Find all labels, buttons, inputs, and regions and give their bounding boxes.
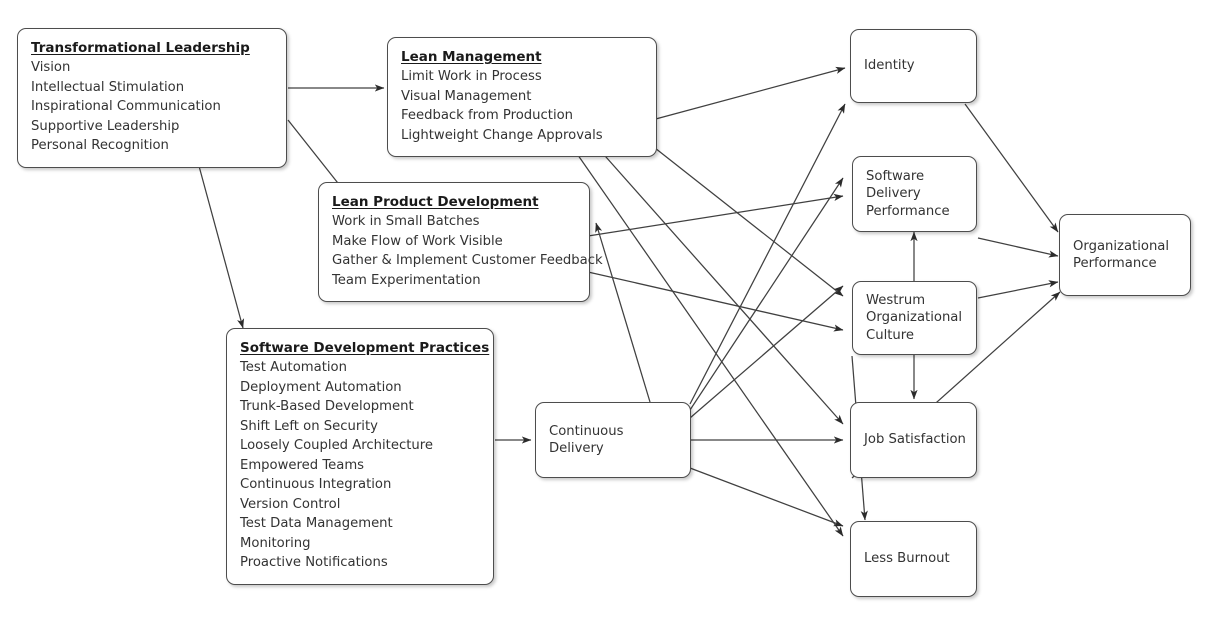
node-software-development-practices[interactable]: Software Development Practices Test Auto… [226, 328, 494, 585]
node-label: Westrum Organizational Culture [866, 292, 963, 343]
node-item: Continuous Integration [240, 477, 392, 492]
node-item: Limit Work in Process [401, 69, 542, 84]
node-item: Proactive Notifications [240, 555, 388, 570]
node-label: Organizational Performance [1073, 238, 1170, 272]
edge-cd-to-identity [689, 103, 846, 405]
node-item: Intellectual Stimulation [31, 79, 185, 95]
node-title: Lean Product Development [332, 194, 539, 210]
node-continuous-delivery[interactable]: Continuous Delivery [535, 402, 691, 478]
node-item: Test Data Management [240, 516, 393, 531]
node-item: Inspirational Communication [31, 99, 221, 114]
node-item: Lightweight Change Approvals [401, 127, 603, 143]
edge-lpd-to-sdperf [587, 193, 844, 237]
node-item: Work in Small Batches [332, 214, 480, 229]
node-item: Deployment Automation [240, 379, 402, 395]
node-label: Continuous Delivery [549, 423, 624, 457]
edge-cd-to-westrum [689, 285, 844, 419]
edge-lm-to-westrum [654, 147, 844, 297]
edge-sdperf-to-orgperf [977, 237, 1059, 258]
node-westrum-organizational-culture[interactable]: Westrum Organizational Culture [852, 281, 977, 355]
node-organizational-performance[interactable]: Organizational Performance [1059, 214, 1191, 296]
node-item: Personal Recognition [31, 138, 169, 153]
edge-lm-to-jobsat [597, 147, 844, 425]
node-label: Less Burnout [864, 551, 950, 567]
node-less-burnout[interactable]: Less Burnout [850, 521, 977, 597]
node-title: Software Development Practices [240, 340, 490, 356]
node-label: Job Satisfaction [864, 432, 966, 448]
node-lean-product-development[interactable]: Lean Product Development Work in Small B… [318, 182, 603, 302]
node-item: Loosely Coupled Architecture [240, 438, 433, 453]
edge-identity-to-orgperf [964, 103, 1059, 233]
node-item: Monitoring [240, 535, 311, 551]
node-job-satisfaction[interactable]: Job Satisfaction [850, 402, 977, 478]
node-title: Lean Management [401, 49, 542, 65]
node-item: Version Control [240, 496, 341, 512]
node-software-delivery-performance[interactable]: Software Delivery Performance [852, 156, 977, 232]
node-label: Identity [864, 58, 915, 74]
node-item: Make Flow of Work Visible [332, 233, 503, 249]
node-title: Transformational Leadership [31, 40, 250, 56]
node-item: Team Experimentation [332, 272, 481, 288]
node-item: Shift Left on Security [240, 418, 378, 434]
node-item: Supportive Leadership [31, 118, 180, 134]
node-lean-management[interactable]: Lean Management Limit Work in Process Vi… [387, 37, 657, 157]
edge-cd-to-lessburnout [689, 467, 844, 527]
node-identity[interactable]: Identity [850, 29, 977, 103]
node-transformational-leadership[interactable]: Transformational Leadership Vision Intel… [17, 28, 287, 168]
node-item: Empowered Teams [240, 457, 365, 473]
node-item: Test Automation [240, 360, 347, 375]
node-item: Vision [31, 60, 71, 75]
node-label: Software Delivery Performance [866, 168, 950, 219]
edge-cd-to-lpd [595, 222, 651, 403]
diagram-canvas: Transformational Leadership Vision Intel… [0, 0, 1214, 624]
edge-cd-to-sdperf [689, 177, 844, 411]
edge-westrum-to-orgperf [977, 280, 1059, 299]
edge-tl-to-sdp [195, 154, 245, 329]
node-item: Trunk-Based Development [240, 399, 414, 414]
node-item: Gather & Implement Customer Feedback [332, 253, 603, 268]
node-item: Visual Management [401, 88, 532, 104]
edge-lpd-to-westrum [587, 271, 844, 332]
node-item: Feedback from Production [401, 108, 574, 123]
